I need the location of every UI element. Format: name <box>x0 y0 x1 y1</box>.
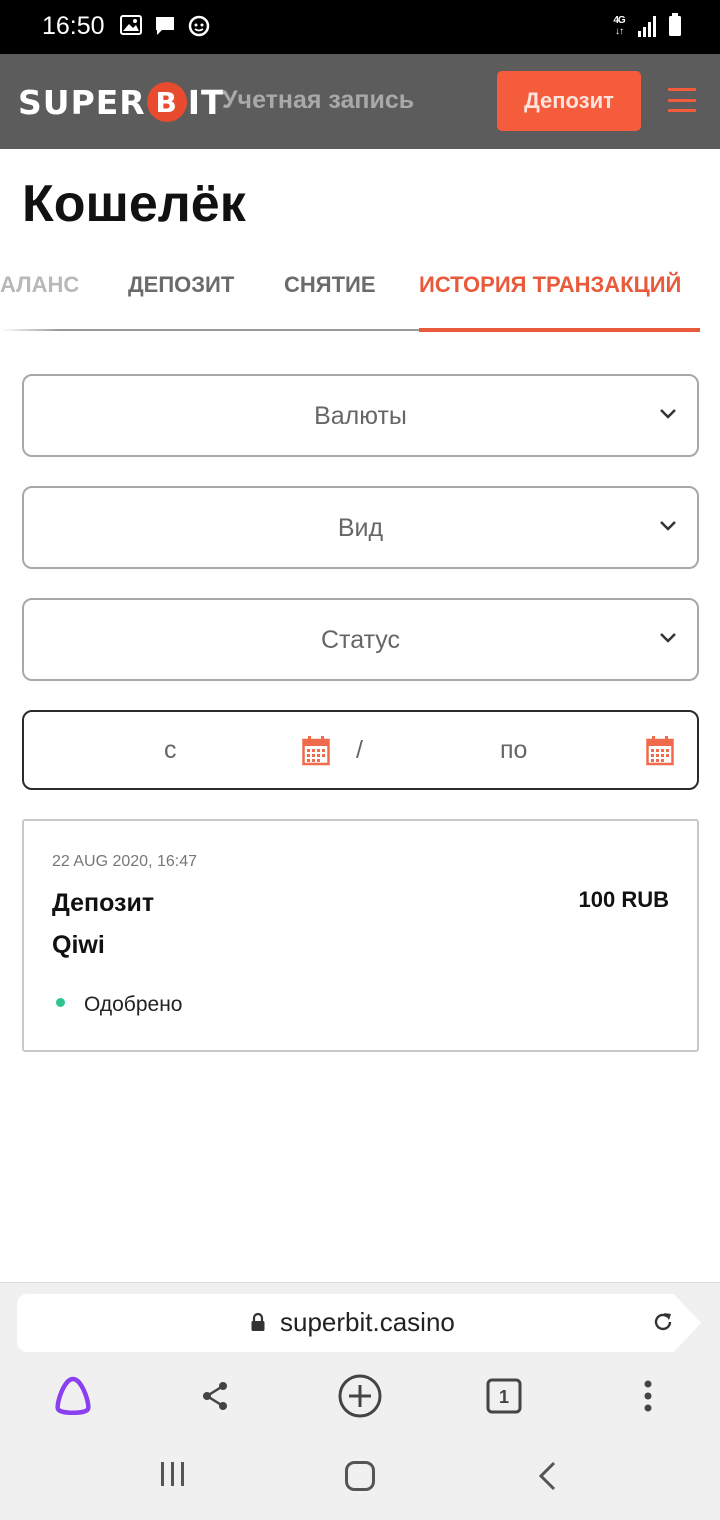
reload-icon[interactable] <box>651 1310 675 1334</box>
date-range-picker: с / по <box>22 710 699 790</box>
status-time: 16:50 <box>42 12 105 40</box>
transaction-amount: 100 RUB <box>578 887 669 912</box>
transaction-method: Qiwi <box>52 931 105 959</box>
type-select[interactable]: Вид <box>22 486 699 569</box>
logo-bitcoin-b: B <box>146 82 187 122</box>
transaction-type: Депозит <box>52 889 155 917</box>
transaction-date: 22 AUG 2020, 16:47 <box>52 853 197 870</box>
chevron-down-icon <box>660 633 676 643</box>
more-options-icon[interactable] <box>623 1371 673 1421</box>
deposit-button[interactable]: Депозит <box>497 71 641 131</box>
date-from-field[interactable]: с <box>164 736 177 765</box>
battery-icon <box>669 13 681 36</box>
new-tab-icon[interactable] <box>335 1371 385 1421</box>
currency-select-label: Валюты <box>314 402 407 430</box>
browser-toolbar: superbit.casino 1 <box>0 1282 720 1432</box>
tabs-count-icon[interactable]: 1 <box>479 1371 529 1421</box>
tab-transaction-history[interactable]: ИСТОРИЯ ТРАНЗАКЦИЙ <box>419 272 681 298</box>
tab-balance[interactable]: АЛАНС <box>0 272 79 298</box>
status-select[interactable]: Статус <box>22 598 699 681</box>
alice-assistant-icon[interactable] <box>48 1371 98 1421</box>
chevron-down-icon <box>660 521 676 531</box>
wallet-tabs: АЛАНС ДЕПОЗИТ СНЯТИЕ ИСТОРИЯ ТРАНЗАКЦИЙ <box>0 262 720 332</box>
tab-deposit[interactable]: ДЕПОЗИТ <box>128 272 234 298</box>
superbit-logo[interactable]: SUPER B IT <box>18 82 225 122</box>
account-link[interactable]: Учетная запись <box>222 86 414 115</box>
address-bar[interactable]: superbit.casino <box>17 1294 701 1352</box>
lock-icon <box>251 1312 265 1331</box>
back-icon[interactable] <box>536 1460 558 1492</box>
type-select-label: Вид <box>337 514 384 542</box>
status-select-label: Статус <box>320 626 401 654</box>
home-icon[interactable] <box>344 1460 376 1492</box>
page-title: Кошелёк <box>22 175 246 233</box>
site-header: SUPER B IT Учетная запись Депозит <box>0 54 720 149</box>
active-tab-indicator <box>419 328 700 332</box>
transaction-status: Одобрено <box>84 993 183 1016</box>
url-text: superbit.casino <box>280 1307 455 1337</box>
date-to-field[interactable]: по <box>500 736 527 765</box>
currency-select[interactable]: Валюты <box>22 374 699 457</box>
chevron-down-icon <box>660 409 676 419</box>
gallery-icon <box>120 15 142 35</box>
message-icon <box>156 17 174 35</box>
notification-icons <box>120 15 210 37</box>
tab-withdraw[interactable]: СНЯТИЕ <box>284 272 376 298</box>
logo-text-right: IT <box>187 82 225 122</box>
tabs-count: 1 <box>499 1387 509 1407</box>
logo-text-left: SUPER <box>18 82 146 122</box>
recent-apps-icon[interactable] <box>158 1460 188 1488</box>
date-separator: / <box>356 736 363 764</box>
share-icon[interactable] <box>190 1371 240 1421</box>
calendar-icon[interactable] <box>302 736 330 766</box>
transaction-card[interactable]: 22 AUG 2020, 16:47 Депозит Qiwi 100 RUB … <box>22 819 699 1052</box>
android-nav-bar <box>0 1432 720 1520</box>
status-bar: 16:50 4G ↓↑ <box>0 0 720 54</box>
calendar-icon[interactable] <box>646 736 674 766</box>
system-status-icons: 4G ↓↑ <box>610 13 682 37</box>
app-icon <box>188 15 210 37</box>
status-dot-icon <box>56 998 65 1007</box>
menu-icon[interactable] <box>668 88 696 112</box>
network-indicator: 4G ↓↑ <box>613 15 625 37</box>
signal-icon <box>638 16 656 37</box>
